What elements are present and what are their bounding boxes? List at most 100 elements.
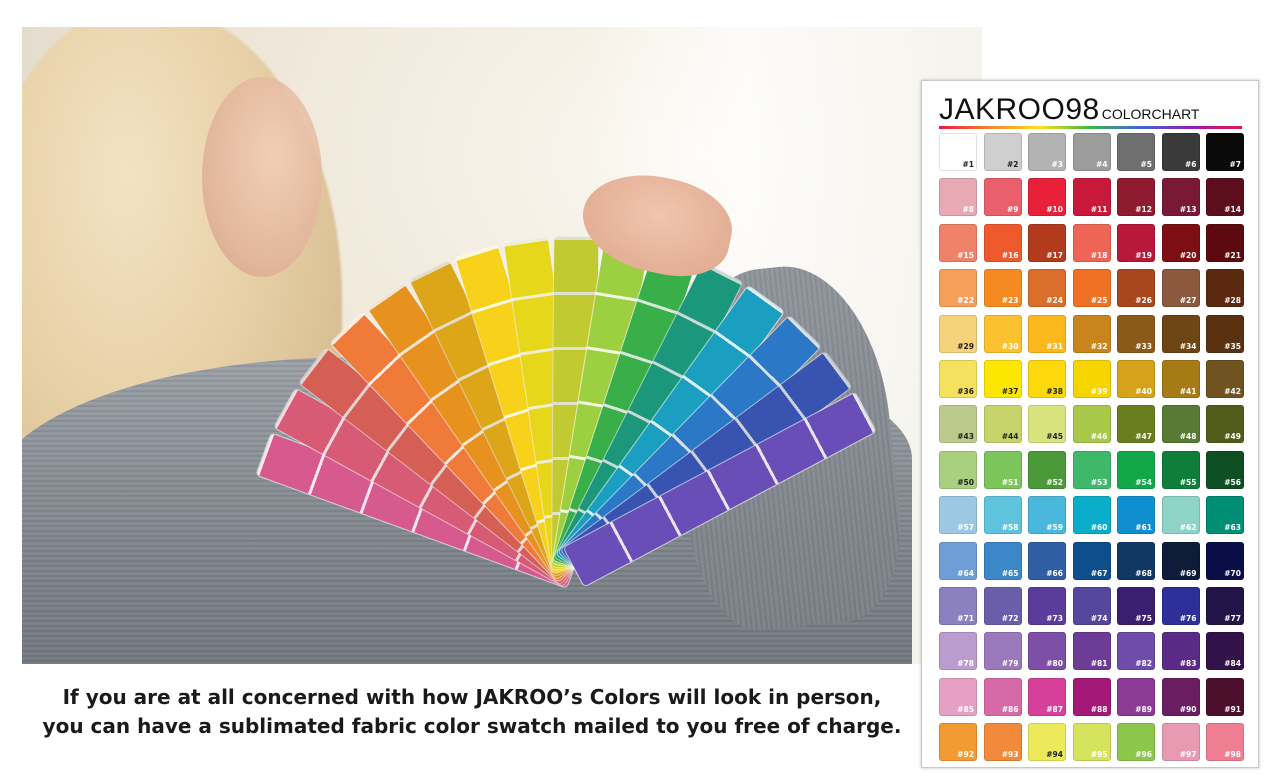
swatch-number: #82: [1135, 659, 1152, 669]
swatch-number: #79: [1001, 659, 1019, 669]
swatch-number: #16: [1001, 250, 1019, 260]
swatch-number: #71: [957, 613, 974, 623]
swatch-number: #88: [1090, 704, 1108, 714]
color-swatch: #67: [1072, 541, 1111, 580]
color-swatch: #85: [939, 677, 977, 716]
color-swatch: #18: [1072, 223, 1111, 262]
swatch-number: #62: [1179, 523, 1197, 533]
color-swatch: #51: [983, 450, 1022, 489]
color-swatch: #4: [1072, 133, 1111, 171]
swatch-number: #77: [1224, 613, 1241, 623]
swatch-number: #96: [1135, 750, 1152, 760]
color-swatch: #1: [939, 133, 977, 171]
color-swatch: #50: [939, 450, 977, 489]
swatch-number: #13: [1179, 205, 1197, 215]
swatch-number: #56: [1224, 477, 1241, 487]
swatch-number: #2: [1006, 160, 1019, 169]
swatch-number: #20: [1179, 250, 1197, 260]
color-swatch: #70: [1206, 541, 1244, 580]
swatch-number: #52: [1046, 477, 1063, 487]
color-swatch: #80: [1028, 632, 1066, 671]
swatch-number: #50: [957, 477, 974, 487]
color-swatch: #97: [1161, 723, 1200, 762]
swatch-number: #23: [1001, 296, 1019, 306]
color-swatch: #8: [939, 178, 977, 217]
color-swatch: #13: [1161, 178, 1200, 217]
color-swatch: #48: [1161, 405, 1200, 444]
color-swatch: #76: [1161, 586, 1200, 625]
swatch-number: #87: [1046, 704, 1063, 714]
color-swatch: #89: [1117, 677, 1155, 716]
swatch-number: #46: [1090, 432, 1108, 442]
swatch-number: #85: [957, 704, 974, 714]
swatch-number: #35: [1224, 341, 1241, 351]
color-swatch: #78: [939, 632, 977, 671]
color-swatch: #61: [1117, 496, 1155, 535]
color-swatch: #36: [939, 359, 977, 398]
color-swatch: #16: [983, 223, 1022, 262]
swatch-number: #69: [1179, 568, 1197, 578]
color-swatch: #62: [1161, 496, 1200, 535]
swatch-number: #98: [1224, 750, 1241, 760]
swatch-number: #58: [1001, 523, 1019, 533]
color-swatch: #54: [1117, 450, 1155, 489]
swatch-number: #1: [962, 160, 974, 169]
color-swatch: #35: [1206, 314, 1244, 353]
swatch-number: #61: [1135, 523, 1152, 533]
color-swatch: #21: [1206, 223, 1244, 262]
color-swatch: #34: [1161, 314, 1200, 353]
color-swatch: #86: [983, 677, 1022, 716]
swatch-number: #37: [1001, 386, 1019, 396]
color-swatch: #84: [1206, 632, 1244, 671]
swatch-number: #67: [1090, 568, 1108, 578]
swatch-number: #28: [1224, 296, 1241, 306]
color-swatch: #20: [1161, 223, 1200, 262]
color-swatch: #40: [1117, 359, 1155, 398]
swatch-number: #24: [1046, 296, 1063, 306]
color-swatch: #60: [1072, 496, 1111, 535]
swatch-number: #15: [957, 250, 974, 260]
hero-photo: [22, 27, 982, 664]
color-swatch: #87: [1028, 677, 1066, 716]
chart-title: JAKROO98: [939, 93, 1100, 126]
color-swatch: #63: [1206, 496, 1244, 535]
caption-line-1: If you are at all concerned with how JAK…: [62, 685, 882, 709]
swatch-number: #49: [1224, 432, 1241, 442]
swatch-number: #42: [1224, 386, 1241, 396]
swatch-number: #9: [1006, 205, 1019, 215]
color-swatch: #81: [1072, 632, 1111, 671]
color-swatch: #98: [1206, 723, 1244, 762]
color-swatch: #27: [1161, 269, 1200, 308]
color-swatch: #71: [939, 586, 977, 625]
swatch-number: #11: [1090, 205, 1108, 215]
color-swatch: #39: [1072, 359, 1111, 398]
color-swatch: #3: [1028, 133, 1066, 171]
color-swatch: #11: [1072, 178, 1111, 217]
swatch-number: #54: [1135, 477, 1152, 487]
swatch-number: #94: [1046, 750, 1063, 760]
swatch-number: #65: [1001, 568, 1019, 578]
color-swatch: #23: [983, 269, 1022, 308]
swatch-number: #89: [1135, 704, 1152, 714]
color-swatch: #25: [1072, 269, 1111, 308]
swatch-number: #95: [1090, 750, 1108, 760]
swatch-number: #86: [1001, 704, 1019, 714]
caption-line-2: you can have a sublimated fabric color s…: [42, 714, 902, 738]
color-swatch: #12: [1117, 178, 1155, 217]
swatch-number: #36: [957, 386, 974, 396]
swatch-number: #81: [1090, 659, 1108, 669]
color-swatch: #73: [1028, 586, 1066, 625]
swatch-number: #44: [1001, 432, 1019, 442]
color-swatch: #77: [1206, 586, 1244, 625]
swatch-number: #7: [1229, 160, 1241, 169]
swatch-number: #78: [957, 659, 974, 669]
chart-header: JAKROO98 COLORCHART: [939, 93, 1249, 129]
color-swatch: #72: [983, 586, 1022, 625]
color-swatch: #59: [1028, 496, 1066, 535]
swatch-number: #74: [1090, 613, 1108, 623]
color-swatch: #15: [939, 223, 977, 262]
swatch-number: #27: [1179, 296, 1197, 306]
color-swatch: #75: [1117, 586, 1155, 625]
swatch-number: #91: [1224, 704, 1241, 714]
color-swatch: #44: [983, 405, 1022, 444]
